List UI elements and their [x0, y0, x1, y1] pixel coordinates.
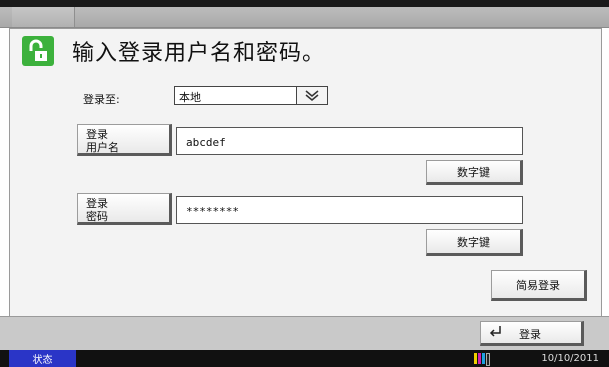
username-field[interactable]: abcdef [176, 127, 523, 155]
enter-icon [487, 323, 505, 344]
login-to-select[interactable]: 本地 [174, 86, 328, 105]
title-bar [0, 7, 609, 28]
date-display: 10/10/2011 [541, 353, 599, 364]
login-password-button[interactable]: 登录 密码 [77, 193, 172, 225]
password-keypad-button[interactable]: 数字键 [426, 229, 523, 256]
status-button[interactable]: 状态 [9, 350, 76, 367]
chevron-down-icon[interactable] [296, 87, 327, 104]
username-keypad-button[interactable]: 数字键 [426, 160, 523, 185]
login-to-value: 本地 [179, 91, 201, 104]
login-button[interactable]: 登录 [480, 321, 584, 346]
simple-login-button[interactable]: 简易登录 [491, 270, 587, 301]
login-password-button-line2: 密码 [86, 210, 108, 223]
page-title: 输入登录用户名和密码。 [72, 41, 326, 66]
login-username-button[interactable]: 登录 用户名 [77, 124, 172, 156]
login-username-button-line2: 用户名 [86, 141, 119, 154]
login-screen: 输入登录用户名和密码。 登录至: 本地 登录 用户名 abcdef 数字键 登录… [0, 0, 609, 367]
password-field[interactable]: ******** [176, 196, 523, 224]
toner-level-icon [474, 353, 490, 366]
status-bar: 状态 10/10/2011 [0, 350, 609, 367]
login-to-label: 登录至: [83, 93, 120, 106]
unlock-icon [22, 36, 54, 66]
login-password-button-line1: 登录 [86, 197, 108, 210]
top-border [0, 0, 609, 7]
login-button-label: 登录 [519, 328, 541, 341]
login-username-button-line1: 登录 [86, 128, 108, 141]
bottom-bar: 登录 [0, 316, 609, 350]
title-tab [12, 7, 75, 27]
